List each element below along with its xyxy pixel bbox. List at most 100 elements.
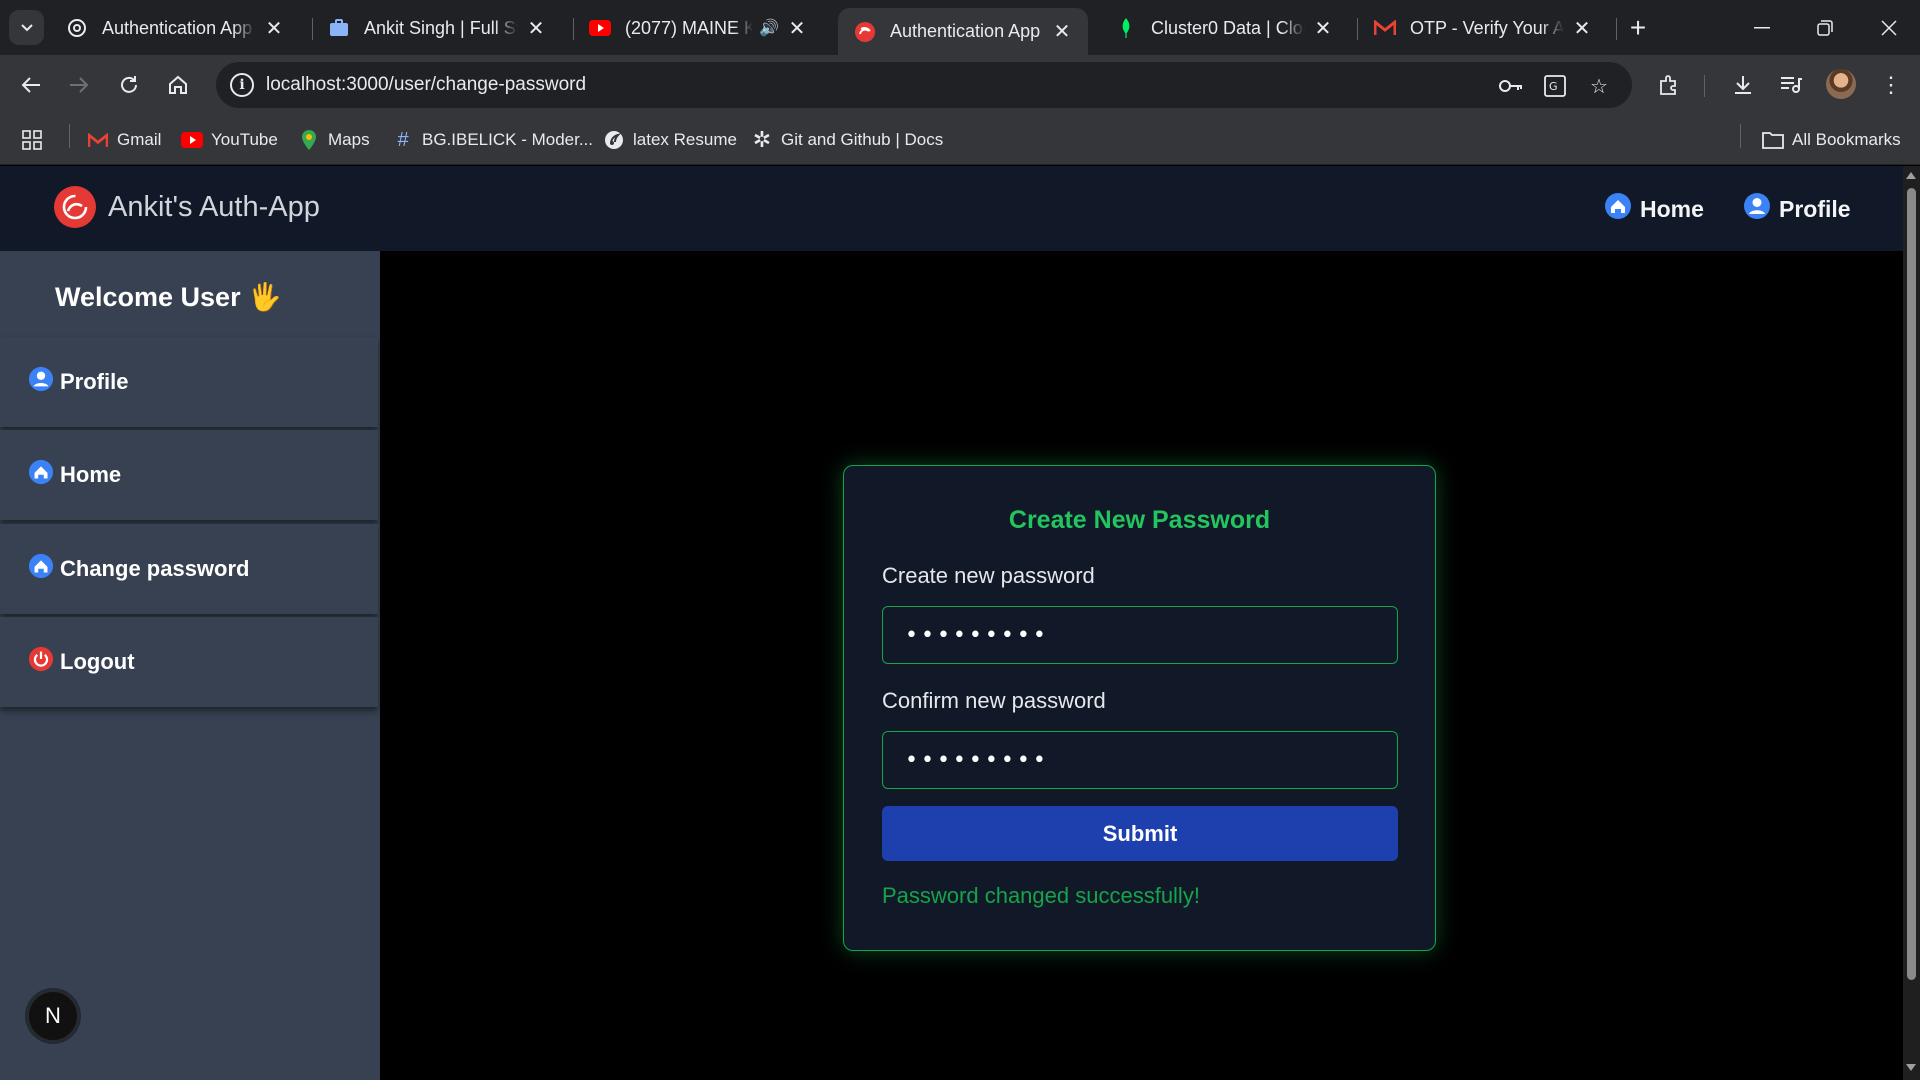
browser-tab[interactable]: Ankit Singh | Full Stack ✕ [312,8,562,48]
new-tab-button[interactable]: + [1622,12,1654,44]
sidebar-item-home[interactable]: Home [0,430,378,520]
new-password-input[interactable] [882,606,1398,664]
all-bookmarks-label: All Bookmarks [1792,130,1901,149]
scroll-down-arrow-icon[interactable] [1906,1064,1916,1071]
restore-icon [1817,20,1833,36]
tab-title: Authentication App JS [102,17,256,38]
scrollbar-thumb[interactable] [1907,188,1916,980]
bookmark-separator [1740,124,1741,148]
all-bookmarks-button[interactable]: All Bookmarks [1762,127,1901,153]
new-password-label: Create new password [882,563,1095,588]
arrow-right-icon [70,77,89,93]
gmail-icon [1374,17,1396,39]
confirm-password-label: Confirm new password [882,688,1106,713]
bookmark-label: latex Resume [633,130,737,149]
auth-app-icon [854,21,876,43]
scroll-up-arrow-icon[interactable] [1906,172,1916,179]
gear-icon: ✲ [752,127,772,152]
bookmark-git-github[interactable]: ✲ Git and Github | Docs [751,127,943,153]
bookmark-separator [69,124,70,148]
media-control-icon[interactable] [1774,68,1808,102]
toolbar-separator [1704,75,1705,97]
address-bar[interactable]: i localhost:3000/user/change-password G … [216,62,1632,108]
close-icon[interactable]: ✕ [524,16,548,40]
key-icon[interactable] [1498,73,1524,99]
auth-app-logo-icon [54,186,96,228]
hash-icon: # [397,128,409,151]
restore-button[interactable] [1800,10,1850,46]
url-text[interactable]: localhost:3000/user/change-password [266,74,586,96]
bookmark-bg-ibelick[interactable]: # BG.IBELICK - Moder... [392,127,593,153]
translate-icon[interactable]: G [1542,73,1568,99]
browser-tab-bar: Authentication App JS ✕ Ankit Singh | Fu… [0,0,1920,55]
page-viewport: Ankit's Auth-App Home Profile Welcome Us… [0,166,1903,1080]
youtube-icon [589,17,611,39]
sidebar-item-change-password[interactable]: Change password [0,524,378,614]
topnav-home-label: Home [1640,195,1704,222]
bookmark-youtube[interactable]: YouTube [181,127,278,153]
download-icon[interactable] [1726,68,1760,102]
welcome-heading: Welcome User 🖐 [55,282,282,312]
sidebar-item-logout[interactable]: Logout [0,617,378,707]
browser-tab[interactable]: (2077) MAINE KHUD 🔊 ✕ [573,8,823,48]
close-icon[interactable]: ✕ [1570,16,1594,40]
user-icon [1743,192,1771,226]
briefcase-icon [328,17,350,39]
nextjs-dev-badge[interactable]: N [27,990,79,1042]
window-close-button[interactable] [1864,10,1914,46]
minimize-button[interactable] [1737,10,1787,46]
confirm-password-input[interactable] [882,731,1398,789]
close-icon[interactable]: ✕ [1050,20,1074,44]
tab-title: Cluster0 Data | Cloud: [1151,17,1305,38]
success-message: Password changed successfully! [882,883,1200,908]
app-navbar: Ankit's Auth-App Home Profile [0,166,1903,251]
speaker-icon[interactable]: 🔊 [759,18,779,38]
bookmark-maps[interactable]: Maps [298,127,370,153]
reload-button[interactable] [112,68,146,102]
apps-grid-button[interactable] [22,127,42,153]
extensions-icon[interactable] [1652,68,1686,102]
bookmark-label: Maps [328,130,370,149]
forward-button[interactable] [62,68,96,102]
star-icon[interactable]: ☆ [1586,73,1612,99]
page-scrollbar[interactable] [1903,166,1920,1080]
site-info-icon[interactable]: i [230,73,254,97]
bookmark-gmail[interactable]: Gmail [87,127,161,153]
apps-grid-icon [22,130,42,150]
folder-icon [1762,129,1784,151]
browser-toolbar: i localhost:3000/user/change-password G … [0,55,1920,115]
browser-tab[interactable]: Authentication App JS ✕ [50,8,300,48]
back-button[interactable] [14,68,48,102]
browser-tab[interactable]: OTP - Verify Your Acco ✕ [1358,8,1608,48]
home-button[interactable] [161,68,195,102]
minimize-icon [1754,27,1770,29]
bookmark-label: BG.IBELICK - Moder... [422,130,594,149]
chevron-down-icon [20,23,33,31]
gmail-icon [87,129,109,151]
topnav-home-link[interactable]: Home [1604,192,1704,226]
brand[interactable]: Ankit's Auth-App [54,186,320,228]
user-icon [28,366,54,398]
submit-button[interactable]: Submit [882,806,1398,861]
sidebar: Welcome User 🖐 Profile Home Change passw… [0,251,380,1080]
browser-tab[interactable]: Cluster0 Data | Cloud: ✕ [1099,8,1349,48]
more-menu-icon[interactable]: ⋮ [1874,68,1908,102]
sidebar-item-label: Change password [60,556,250,581]
change-password-card: Create New Password Create new password … [843,465,1436,951]
tab-separator [1616,18,1617,40]
card-title: Create New Password [1008,506,1271,534]
close-icon[interactable]: ✕ [1311,16,1335,40]
close-icon[interactable]: ✕ [262,16,286,40]
tab-search-button[interactable] [9,10,44,45]
topnav-profile-link[interactable]: Profile [1743,192,1851,226]
maps-icon [298,129,320,151]
bookmark-label: Git and Github | Docs [781,130,944,149]
profile-avatar[interactable] [1826,69,1856,99]
openai-icon [66,17,88,39]
power-icon [28,646,54,678]
close-icon[interactable]: ✕ [785,16,809,40]
arrow-left-icon [21,77,40,93]
bookmark-latex-resume[interactable]: latex Resume [603,127,737,153]
browser-tab-active[interactable]: Authentication App ✕ [838,8,1088,55]
sidebar-item-profile[interactable]: Profile [0,337,378,427]
